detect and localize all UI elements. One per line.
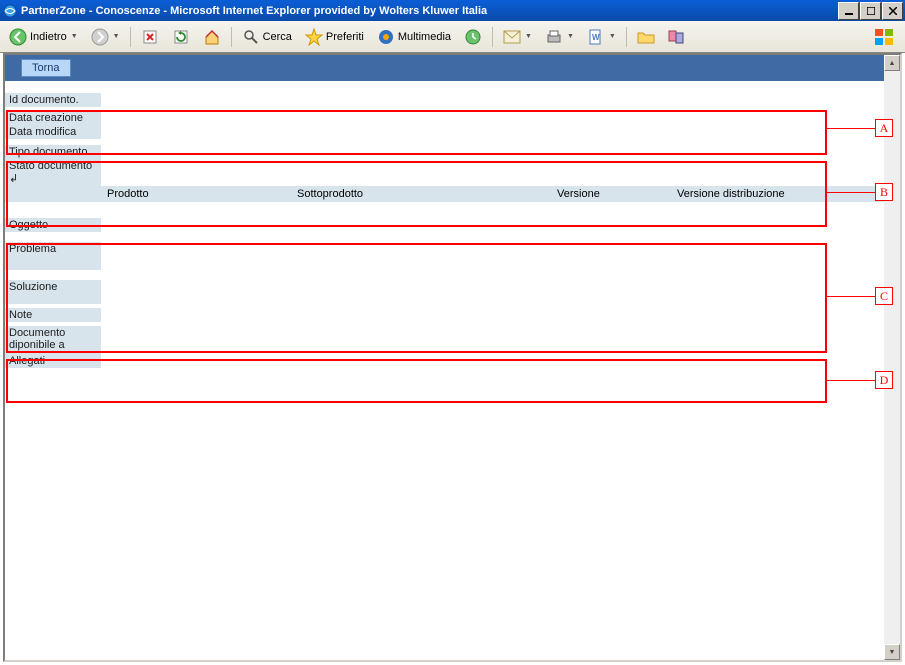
back-button[interactable]: Indietro ▼ <box>4 25 83 49</box>
browser-toolbar: Indietro ▼ ▼ Cerca Preferiti Multimedia … <box>0 21 905 53</box>
page-header: Torna <box>5 55 884 81</box>
refresh-button[interactable] <box>167 25 195 49</box>
label-id: Id documento. <box>5 93 101 107</box>
media-icon <box>377 28 395 46</box>
expand-icon[interactable]: ↲ <box>5 172 101 186</box>
dropdown-icon: ▼ <box>71 33 78 40</box>
mail-button[interactable]: ▼ <box>498 25 537 49</box>
window-title: PartnerZone - Conoscenze - Microsoft Int… <box>21 5 838 17</box>
content-frame: ▲ ▼ Torna Id documento. Data creazione D… <box>3 53 902 662</box>
row-problem: Problema <box>5 242 884 270</box>
folder-icon <box>637 28 655 46</box>
media-button[interactable]: Multimedia <box>372 25 456 49</box>
row-created: Data creazione <box>5 111 884 125</box>
forward-button[interactable]: ▼ <box>86 25 125 49</box>
label-subject: Oggetto <box>5 218 101 232</box>
media-label: Multimedia <box>398 31 451 43</box>
value-available <box>101 326 884 354</box>
row-subject: Oggetto <box>5 218 884 232</box>
windows-flag-icon <box>869 23 901 51</box>
label-available: Documento diponibile a <box>5 326 101 354</box>
row-modified: Data modifica <box>5 125 884 139</box>
home-icon <box>203 28 221 46</box>
dropdown-icon: ▼ <box>567 33 574 40</box>
favorites-button[interactable]: Preferiti <box>300 25 369 49</box>
label-state: Stato documento <box>5 159 101 172</box>
close-button[interactable] <box>882 2 903 20</box>
value-modified <box>101 125 884 139</box>
maximize-button[interactable] <box>860 2 881 20</box>
star-icon <box>305 28 323 46</box>
product-header-table: Prodotto Sottoprodotto Versione Versione… <box>5 186 884 202</box>
minimize-button[interactable] <box>838 2 859 20</box>
scroll-up-button[interactable]: ▲ <box>884 55 900 71</box>
search-icon <box>242 28 260 46</box>
vertical-scrollbar[interactable]: ▲ ▼ <box>884 55 900 660</box>
refresh-icon <box>172 28 190 46</box>
favorites-label: Preferiti <box>326 31 364 43</box>
dropdown-icon: ▼ <box>609 33 616 40</box>
col-product: Prodotto <box>101 186 291 202</box>
back-label: Indietro <box>30 31 67 43</box>
edit-doc-icon: W <box>587 28 605 46</box>
value-type <box>101 145 884 159</box>
col-version: Versione <box>551 186 671 202</box>
search-label: Cerca <box>263 31 292 43</box>
value-attachments <box>101 354 884 368</box>
row-solution: Soluzione <box>5 280 884 304</box>
printer-icon <box>545 28 563 46</box>
stop-icon <box>141 28 159 46</box>
links-button[interactable] <box>663 25 691 49</box>
links-icon <box>668 28 686 46</box>
label-attachments: Allegati <box>5 354 101 368</box>
value-solution <box>101 280 884 304</box>
col-empty <box>5 186 101 202</box>
return-button[interactable]: Torna <box>21 59 71 77</box>
value-subject <box>101 218 884 232</box>
print-button[interactable]: ▼ <box>540 25 579 49</box>
back-icon <box>9 28 27 46</box>
history-button[interactable] <box>459 25 487 49</box>
mail-icon <box>503 28 521 46</box>
label-modified: Data modifica <box>5 125 101 139</box>
value-state <box>101 159 884 186</box>
edit-button[interactable]: W ▼ <box>582 25 621 49</box>
row-type: Tipo documento <box>5 145 884 159</box>
row-available: Documento diponibile a <box>5 326 884 354</box>
folder-button[interactable] <box>632 25 660 49</box>
col-subproduct: Sottoprodotto <box>291 186 551 202</box>
document-body: Oggetto Problema Soluzione Note Document… <box>5 218 884 368</box>
label-notes: Note <box>5 308 101 322</box>
dropdown-icon: ▼ <box>525 33 532 40</box>
forward-icon <box>91 28 109 46</box>
label-created: Data creazione <box>5 111 101 125</box>
row-attachments: Allegati <box>5 354 884 368</box>
ie-app-icon <box>2 3 18 19</box>
value-notes <box>101 308 884 322</box>
svg-text:W: W <box>592 33 600 42</box>
dropdown-icon: ▼ <box>113 33 120 40</box>
value-id <box>101 93 884 107</box>
label-problem: Problema <box>5 242 101 270</box>
stop-button[interactable] <box>136 25 164 49</box>
document-form: Id documento. Data creazione Data modifi… <box>5 93 884 186</box>
value-problem <box>101 242 884 270</box>
label-type: Tipo documento <box>5 145 101 159</box>
row-state: Stato documento <box>5 159 884 172</box>
row-notes: Note <box>5 308 884 322</box>
row-id: Id documento. <box>5 93 884 107</box>
home-button[interactable] <box>198 25 226 49</box>
page-content: Torna Id documento. Data creazione Data … <box>5 55 884 660</box>
scroll-down-button[interactable]: ▼ <box>884 644 900 660</box>
value-created <box>101 111 884 125</box>
search-button[interactable]: Cerca <box>237 25 297 49</box>
history-icon <box>464 28 482 46</box>
label-solution: Soluzione <box>5 280 101 304</box>
window-titlebar: PartnerZone - Conoscenze - Microsoft Int… <box>0 0 905 21</box>
col-dist-version: Versione distribuzione <box>671 186 884 202</box>
